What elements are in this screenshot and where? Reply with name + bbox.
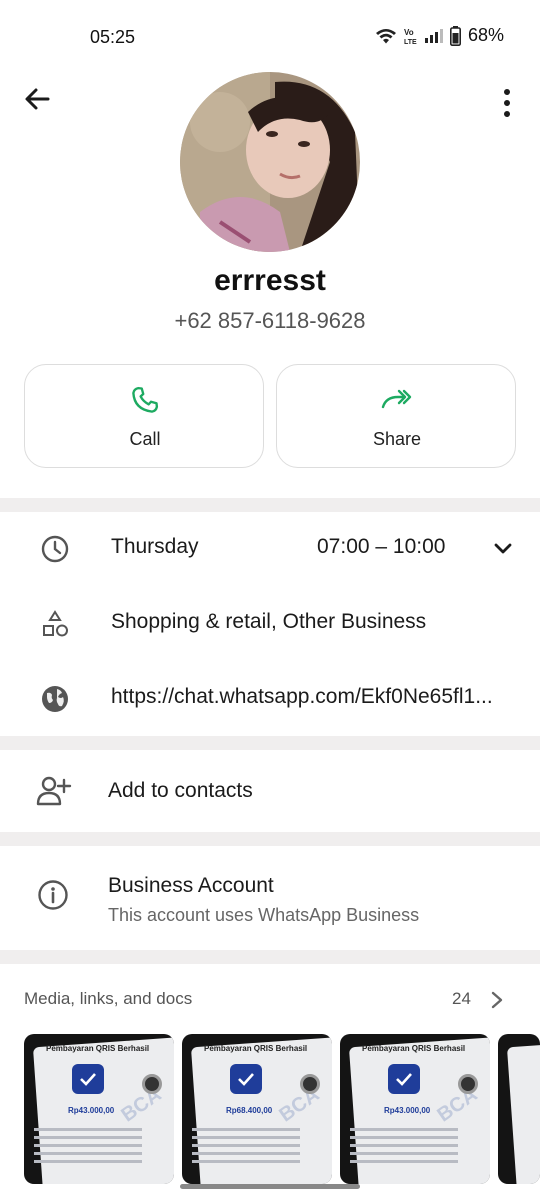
check-icon [388, 1064, 420, 1094]
svg-text:LTE: LTE [404, 39, 417, 45]
chevron-down-icon[interactable] [492, 538, 514, 565]
media-thumbnail[interactable]: Pembayaran QRIS Berhasil Rp43.000,00 BCA [24, 1034, 174, 1184]
media-section: Media, links, and docs 24 Pembayaran QRI… [0, 964, 540, 1200]
wifi-icon [375, 27, 397, 45]
business-hours: 07:00 – 10:00 [317, 535, 446, 558]
svg-text:Vo: Vo [404, 28, 414, 37]
thumbnail-title: Pembayaran QRIS Berhasil [46, 1044, 150, 1053]
contact-name: errresst [214, 264, 326, 297]
add-contact-label: Add to contacts [108, 779, 253, 802]
camera-lens [142, 1074, 162, 1094]
business-category-row: Shopping & retail, Other Business [0, 587, 540, 659]
info-icon [37, 879, 69, 916]
contact-phone: +62 857-6118-9628 [174, 308, 366, 333]
more-vertical-icon [496, 89, 518, 124]
battery-icon [449, 25, 461, 46]
status-time: 05:25 [90, 27, 136, 47]
call-button[interactable]: Call [24, 364, 264, 468]
battery-percent: 68% [467, 25, 504, 45]
thumbnail-amount: Rp43.000,00 [68, 1106, 115, 1115]
status-bar: 05:25 Vo LTE 68% [0, 0, 540, 72]
business-category: Shopping & retail, Other Business [111, 610, 427, 633]
arrow-left-icon [20, 88, 54, 120]
business-info-card: Thursday 07:00 – 10:00 Shopping & retail… [0, 512, 540, 736]
status-icons: Vo LTE 68% [375, 25, 504, 46]
phone-icon [130, 385, 160, 420]
shapes-icon [38, 607, 72, 641]
thumbnail-amount: Rp43.000,00 [384, 1106, 431, 1115]
media-thumbnail[interactable] [498, 1034, 540, 1184]
business-account-subtitle: This account uses WhatsApp Business [108, 905, 420, 925]
share-label: Share [372, 429, 422, 449]
thumbnail-title: Pembayaran QRIS Berhasil [204, 1044, 308, 1053]
media-count[interactable]: 24 [452, 989, 471, 1009]
avatar[interactable] [180, 72, 360, 252]
business-link-row[interactable]: https://chat.whatsapp.com/Ekf0Ne65fl1... [0, 662, 540, 734]
clock-icon [38, 532, 72, 566]
forward-icon [380, 385, 414, 420]
camera-lens [458, 1074, 478, 1094]
globe-icon [38, 682, 72, 716]
signal-icon [424, 28, 443, 44]
business-day: Thursday [111, 535, 199, 558]
add-person-icon [36, 774, 72, 813]
volte-icon: Vo LTE [404, 27, 418, 45]
media-thumbnail[interactable]: Pembayaran QRIS Berhasil Rp43.000,00 BCA [340, 1034, 490, 1184]
thumbnail-amount: Rp68.400,00 [226, 1106, 273, 1115]
chevron-right-icon[interactable] [488, 990, 506, 1015]
thumbnail-title: Pembayaran QRIS Berhasil [362, 1044, 466, 1053]
gesture-nav-handle[interactable] [180, 1184, 360, 1189]
add-contact-row[interactable]: Add to contacts [0, 750, 540, 832]
business-account-title: Business Account [108, 874, 274, 897]
check-icon [72, 1064, 104, 1094]
media-thumbnail[interactable]: Pembayaran QRIS Berhasil Rp68.400,00 BCA [182, 1034, 332, 1184]
call-label: Call [129, 429, 161, 449]
check-icon [230, 1064, 262, 1094]
more-options-button[interactable] [496, 80, 518, 120]
business-hours-row[interactable]: Thursday 07:00 – 10:00 [0, 512, 540, 584]
share-button[interactable]: Share [276, 364, 516, 468]
contact-header: errresst +62 857-6118-9628 Call Share [0, 72, 540, 498]
back-button[interactable] [20, 82, 54, 116]
business-account-row[interactable]: Business Account This account uses Whats… [0, 846, 540, 950]
media-title[interactable]: Media, links, and docs [24, 989, 192, 1009]
business-link[interactable]: https://chat.whatsapp.com/Ekf0Ne65fl1... [111, 685, 539, 709]
camera-lens [300, 1074, 320, 1094]
